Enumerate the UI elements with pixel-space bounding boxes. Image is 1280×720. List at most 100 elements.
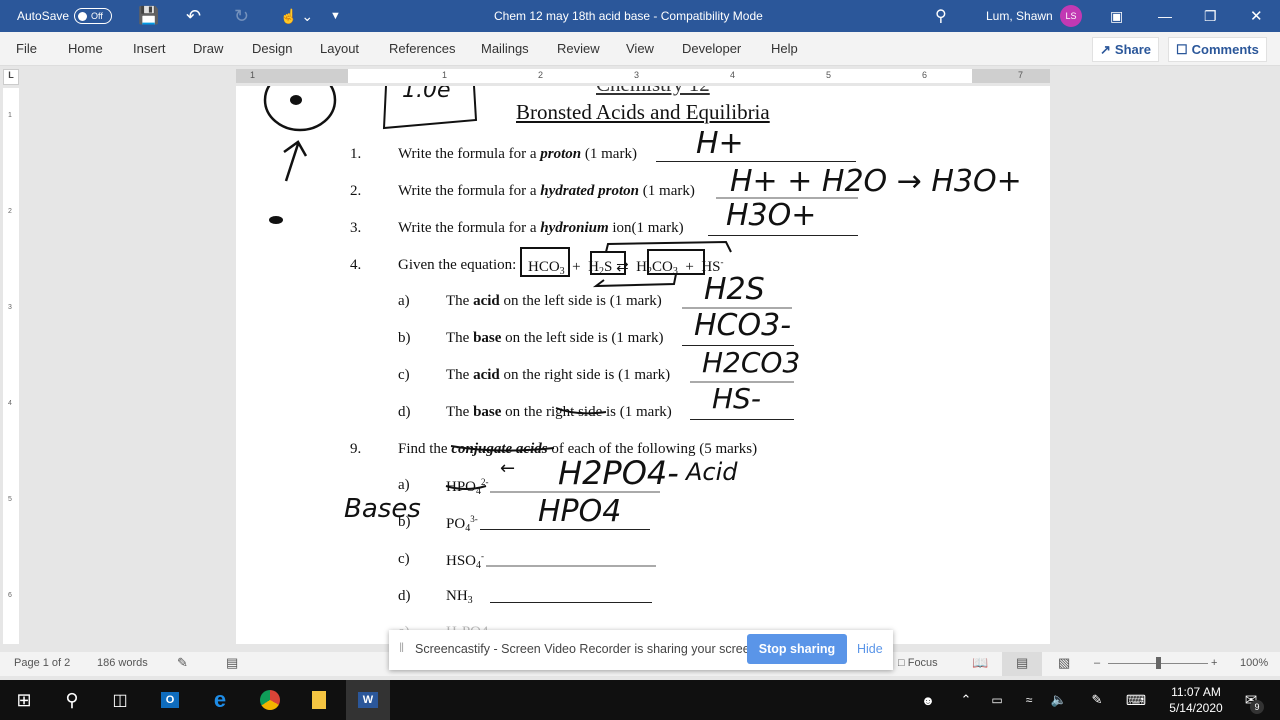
avatar[interactable]: LS: [1060, 5, 1082, 27]
user-name[interactable]: Lum, Shawn: [986, 0, 1053, 32]
answer-line[interactable]: [490, 602, 652, 603]
answer-line[interactable]: [480, 529, 650, 530]
species: PO43-: [446, 514, 478, 534]
word-icon[interactable]: W: [346, 680, 390, 720]
print-layout-button[interactable]: ▤: [1002, 652, 1042, 676]
ink-answer: H2S: [704, 272, 765, 307]
read-mode-icon[interactable]: 📖: [972, 655, 988, 671]
tab-references[interactable]: References: [389, 41, 455, 56]
zoom-level[interactable]: 100%: [1240, 657, 1268, 669]
ruler-label: 5: [826, 70, 832, 80]
comments-button[interactable]: ☐ Comments: [1168, 37, 1267, 62]
answer-line[interactable]: [708, 235, 858, 236]
autosave[interactable]: AutoSave Off: [17, 0, 113, 32]
zoom-slider[interactable]: [1108, 657, 1208, 669]
minimize-icon[interactable]: —: [1158, 0, 1172, 32]
horizontal-ruler[interactable]: 1 1 2 3 4 5 6 7: [236, 69, 1050, 83]
touch-mode-icon[interactable]: ☝ ⌄: [280, 0, 313, 32]
autosave-label: AutoSave: [17, 9, 70, 23]
ink-answer: H+ + H2O → H3O+: [730, 164, 1022, 199]
notification-badge: 9: [1250, 700, 1264, 714]
part-label: c): [398, 551, 410, 567]
clock[interactable]: 11:07 AM 5/14/2020: [1160, 680, 1232, 720]
question-2: Write the formula for a hydrated proton …: [398, 183, 695, 199]
tab-developer[interactable]: Developer: [682, 41, 741, 56]
ruler-label: 2: [538, 70, 544, 80]
undo-icon[interactable]: ↶: [186, 0, 201, 32]
title-bar: AutoSave Off 💾 ↶ ↻ ☝ ⌄ ▼ Chem 12 may 18t…: [0, 0, 1280, 32]
part-label: b): [398, 514, 411, 530]
zoom-in-button[interactable]: +: [1211, 657, 1217, 669]
keyboard-icon[interactable]: ⌨: [1122, 680, 1150, 720]
pen-icon[interactable]: ✎: [1086, 680, 1108, 720]
stop-sharing-button[interactable]: Stop sharing: [747, 634, 847, 664]
zoom-out-button[interactable]: –: [1094, 657, 1100, 669]
question-number: 4.: [350, 257, 362, 273]
species: NH3: [446, 588, 473, 606]
web-layout-icon[interactable]: ▧: [1058, 655, 1070, 671]
tab-help[interactable]: Help: [771, 41, 798, 56]
part-label: d): [398, 404, 411, 420]
autosave-toggle[interactable]: Off: [74, 8, 113, 24]
save-icon[interactable]: 💾: [138, 0, 159, 32]
task-view-icon[interactable]: ◫: [104, 680, 136, 720]
accessibility-icon[interactable]: ▤: [226, 655, 238, 671]
tab-mailings[interactable]: Mailings: [481, 41, 529, 56]
tab-layout[interactable]: Layout: [320, 41, 359, 56]
ink-answer: H2CO3: [702, 346, 801, 379]
redo-icon[interactable]: ↻: [234, 0, 249, 32]
restore-icon[interactable]: ❐: [1204, 0, 1217, 32]
ink-note: 1.0e: [402, 86, 451, 103]
word-count[interactable]: 186 words: [97, 657, 148, 669]
close-icon[interactable]: ✕: [1250, 0, 1263, 32]
vertical-ruler[interactable]: 1 2 3 4 5 6: [3, 88, 19, 644]
zoom-slider-thumb[interactable]: [1156, 657, 1161, 669]
ribbon-display-icon[interactable]: ▣: [1110, 0, 1123, 32]
ruler-label: 3: [634, 70, 640, 80]
hide-button[interactable]: Hide: [857, 642, 883, 656]
page-count[interactable]: Page 1 of 2: [14, 657, 70, 669]
tab-design[interactable]: Design: [252, 41, 292, 56]
share-icon: ↗: [1100, 41, 1111, 57]
action-center-icon[interactable]: ✉ 9: [1236, 680, 1266, 720]
edge-icon[interactable]: e: [204, 680, 236, 720]
ruler-label: 4: [730, 70, 736, 80]
question-4d: The base on the right side is (1 mark): [446, 404, 672, 420]
answer-line[interactable]: [690, 419, 794, 420]
wifi-icon[interactable]: ≈: [1018, 680, 1040, 720]
tab-view[interactable]: View: [626, 41, 654, 56]
question-1: Write the formula for a proton (1 mark): [398, 146, 637, 162]
screen-share-banner: ‖ Screencastify - Screen Video Recorder …: [389, 630, 893, 670]
share-button[interactable]: ↗ Share: [1092, 37, 1160, 62]
ink-answer: HCO3-: [694, 308, 792, 343]
chrome-icon[interactable]: [254, 680, 286, 720]
drag-handle-icon[interactable]: ‖: [399, 641, 404, 655]
tab-review[interactable]: Review: [557, 41, 600, 56]
tab-draw[interactable]: Draw: [193, 41, 223, 56]
vertical-scrollbar[interactable]: [1270, 69, 1278, 644]
battery-icon[interactable]: ▭: [986, 680, 1008, 720]
time: 11:07 AM: [1171, 685, 1221, 699]
share-message: Screencastify - Screen Video Recorder is…: [415, 642, 761, 656]
document-page[interactable]: Chemistry 12 Bronsted Acids and Equilibr…: [236, 86, 1050, 644]
answer-line[interactable]: [656, 161, 856, 162]
customize-qat-icon[interactable]: ▼: [330, 0, 341, 32]
show-hidden-icons[interactable]: ⌃: [956, 680, 976, 720]
tab-insert[interactable]: Insert: [133, 41, 166, 56]
tab-selector[interactable]: L: [3, 69, 19, 85]
answer-line[interactable]: [486, 565, 656, 567]
windows-start-icon[interactable]: ⊞: [8, 680, 40, 720]
tab-home[interactable]: Home: [68, 41, 103, 56]
file-explorer-icon[interactable]: [303, 680, 335, 720]
tab-file[interactable]: File: [16, 41, 37, 56]
search-icon[interactable]: ⚲: [935, 0, 947, 32]
volume-icon[interactable]: 🔈: [1048, 680, 1070, 720]
search-icon[interactable]: ⚲: [56, 680, 88, 720]
ruler-label: 7: [1018, 70, 1024, 80]
part-label: b): [398, 330, 411, 346]
proofing-icon[interactable]: ✎: [177, 655, 188, 671]
question-number: 3.: [350, 220, 362, 236]
focus-button[interactable]: □ Focus: [898, 657, 938, 669]
people-icon[interactable]: ☻: [916, 680, 940, 720]
outlook-icon[interactable]: O: [154, 680, 186, 720]
